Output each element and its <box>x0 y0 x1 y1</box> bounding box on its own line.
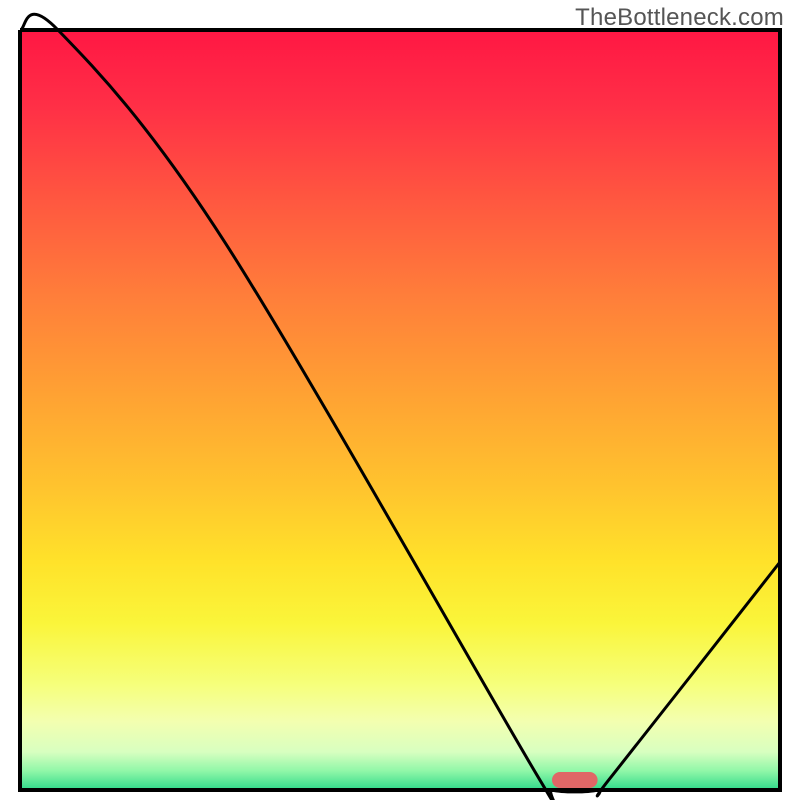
plot-background <box>20 30 780 790</box>
optimal-marker <box>552 772 598 788</box>
bottleneck-chart <box>0 0 800 800</box>
chart-container: { "watermark": "TheBottleneck.com", "cha… <box>0 0 800 800</box>
watermark-text: TheBottleneck.com <box>575 4 784 32</box>
